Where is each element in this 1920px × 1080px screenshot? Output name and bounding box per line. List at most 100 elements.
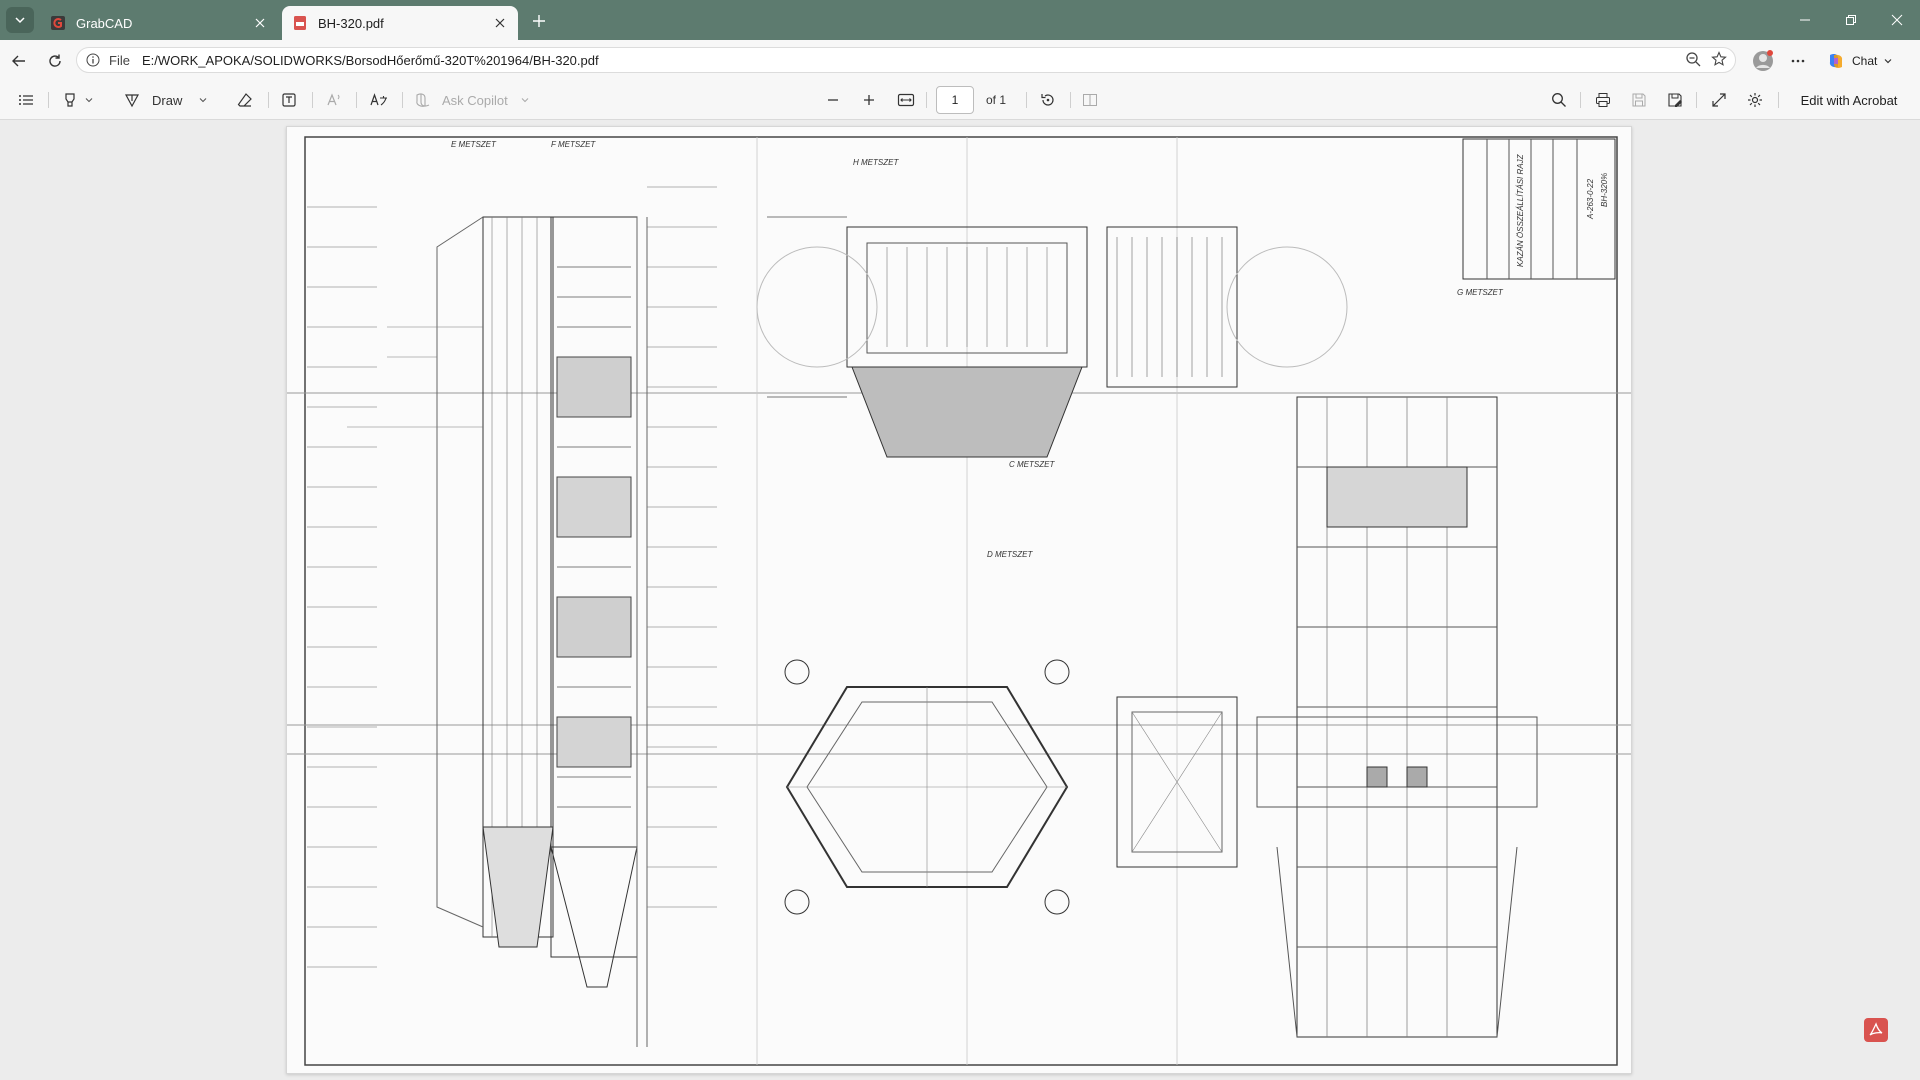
plus-icon [533, 15, 545, 27]
tab-label: BH-320.pdf [318, 15, 384, 31]
fit-to-width-button[interactable] [892, 87, 920, 113]
address-bar: File E:/WORK_APOKA/SOLIDWORKS/BorsodHőer… [0, 40, 1920, 80]
section-label-e: E METSZET [451, 140, 497, 149]
close-icon [1891, 14, 1903, 26]
acrobat-floating-button[interactable] [1864, 1018, 1888, 1042]
chevron-down-icon [521, 98, 529, 103]
draw-label: Draw [152, 92, 183, 108]
full-screen-button[interactable] [1706, 87, 1732, 113]
add-text-button[interactable] [276, 87, 302, 113]
minus-icon [828, 99, 838, 101]
fit-width-icon [897, 93, 915, 107]
close-tab-icon[interactable] [492, 15, 508, 31]
eraser-icon [237, 93, 252, 107]
translate-icon [370, 93, 387, 106]
minimize-button[interactable] [1782, 0, 1828, 40]
url-scheme-label: File [109, 52, 130, 68]
info-icon[interactable] [85, 52, 101, 68]
save-as-button[interactable] [1662, 87, 1688, 113]
save-icon [1632, 93, 1646, 107]
gear-icon [1748, 93, 1762, 107]
drawing-code: A-263-0-22 [1586, 178, 1595, 220]
read-aloud-icon [327, 93, 340, 106]
settings-button[interactable] [1742, 87, 1768, 113]
copilot-icon [416, 93, 430, 107]
section-label-g: G METSZET [1457, 288, 1504, 297]
minimize-icon [1800, 19, 1810, 21]
more-options-button[interactable] [1790, 48, 1806, 74]
draw-button[interactable]: Draw [124, 87, 214, 113]
favorite-star-icon[interactable] [1711, 50, 1727, 70]
draw-pen-icon [124, 94, 140, 108]
highlight-button[interactable] [56, 87, 100, 113]
tab-label: GrabCAD [76, 15, 133, 31]
find-button[interactable] [1546, 87, 1572, 113]
url-text[interactable]: E:/WORK_APOKA/SOLIDWORKS/BorsodHőerőmű-3… [142, 53, 599, 68]
drawing-number: BH-320% [1600, 173, 1609, 207]
close-tab-icon[interactable] [252, 15, 268, 31]
pdf-file-icon [294, 16, 306, 30]
plus-icon [864, 95, 874, 105]
back-button[interactable] [6, 48, 32, 74]
page-total-label: of 1 [986, 93, 1007, 107]
zoom-out-button[interactable] [820, 87, 846, 113]
restore-icon [1846, 15, 1856, 25]
pdf-page: E METSZET F METSZET H METSZET G METSZET … [286, 126, 1632, 1074]
title-bar: GrabCAD BH-320.pdf [0, 0, 1920, 40]
text-box-icon [282, 93, 296, 107]
copilot-chat-button[interactable]: Chat [1826, 48, 1893, 74]
refresh-button[interactable] [42, 48, 68, 74]
edit-with-acrobat-button[interactable]: Edit with Acrobat [1786, 87, 1912, 113]
chevron-down-icon [1884, 59, 1892, 64]
page-number-input[interactable]: 1 [936, 86, 974, 114]
chevron-down-icon [85, 98, 93, 103]
section-label-f: F METSZET [551, 140, 596, 149]
translate-button[interactable] [364, 87, 394, 113]
boiler-drawing: E METSZET F METSZET H METSZET G METSZET … [287, 136, 1631, 1066]
edit-acrobat-label: Edit with Acrobat [1800, 92, 1898, 108]
pdf-viewer[interactable]: E METSZET F METSZET H METSZET G METSZET … [0, 120, 1920, 1080]
read-aloud-button[interactable] [320, 87, 348, 113]
close-window-button[interactable] [1874, 0, 1920, 40]
contents-button[interactable] [12, 87, 40, 113]
tab-grabcad[interactable]: GrabCAD [40, 6, 278, 40]
copilot-icon [1829, 54, 1843, 68]
rotate-icon [1041, 94, 1054, 106]
ask-copilot-label: Ask Copilot [442, 92, 508, 108]
erase-button[interactable] [232, 87, 258, 113]
profile-avatar[interactable] [1752, 48, 1774, 74]
ask-copilot-button[interactable]: Ask Copilot [414, 87, 544, 113]
zoom-in-button[interactable] [856, 87, 882, 113]
search-icon [1552, 93, 1566, 107]
new-tab-button[interactable] [528, 10, 550, 32]
highlighter-icon [65, 93, 75, 107]
printer-icon [1596, 93, 1610, 107]
section-label-c: C METSZET [1009, 460, 1055, 469]
section-label-d: D METSZET [987, 550, 1033, 559]
acrobat-icon [1869, 1022, 1883, 1036]
avatar-icon [1753, 50, 1773, 71]
section-label-h: H METSZET [853, 158, 899, 167]
page-number-value: 1 [951, 93, 959, 107]
list-icon [19, 95, 33, 105]
save-button[interactable] [1626, 87, 1652, 113]
page-view-button[interactable] [1076, 87, 1104, 113]
ellipsis-icon [1791, 59, 1805, 63]
restore-button[interactable] [1828, 0, 1874, 40]
zoom-icon[interactable] [1685, 51, 1701, 70]
tab-actions-menu-button[interactable] [6, 7, 34, 33]
tab-bh320-pdf[interactable]: BH-320.pdf [282, 6, 518, 40]
pdf-toolbar: Draw Ask Copilot 1 of 1 Edit with Acroba… [0, 80, 1920, 120]
chevron-down-icon [199, 98, 207, 103]
chevron-down-icon [15, 17, 25, 24]
grabcad-icon [51, 16, 65, 30]
expand-icon [1712, 93, 1726, 107]
refresh-icon [49, 54, 61, 67]
rotate-button[interactable] [1034, 87, 1062, 113]
two-page-icon [1083, 94, 1097, 106]
drawing-title: KAZÁN ÖSSZEÁLLÍTÁSI RAJZ [1516, 153, 1525, 267]
print-button[interactable] [1590, 87, 1616, 113]
url-field[interactable]: File E:/WORK_APOKA/SOLIDWORKS/BorsodHőer… [76, 47, 1736, 73]
chat-label: Chat [1852, 54, 1878, 68]
save-as-icon [1668, 93, 1682, 107]
